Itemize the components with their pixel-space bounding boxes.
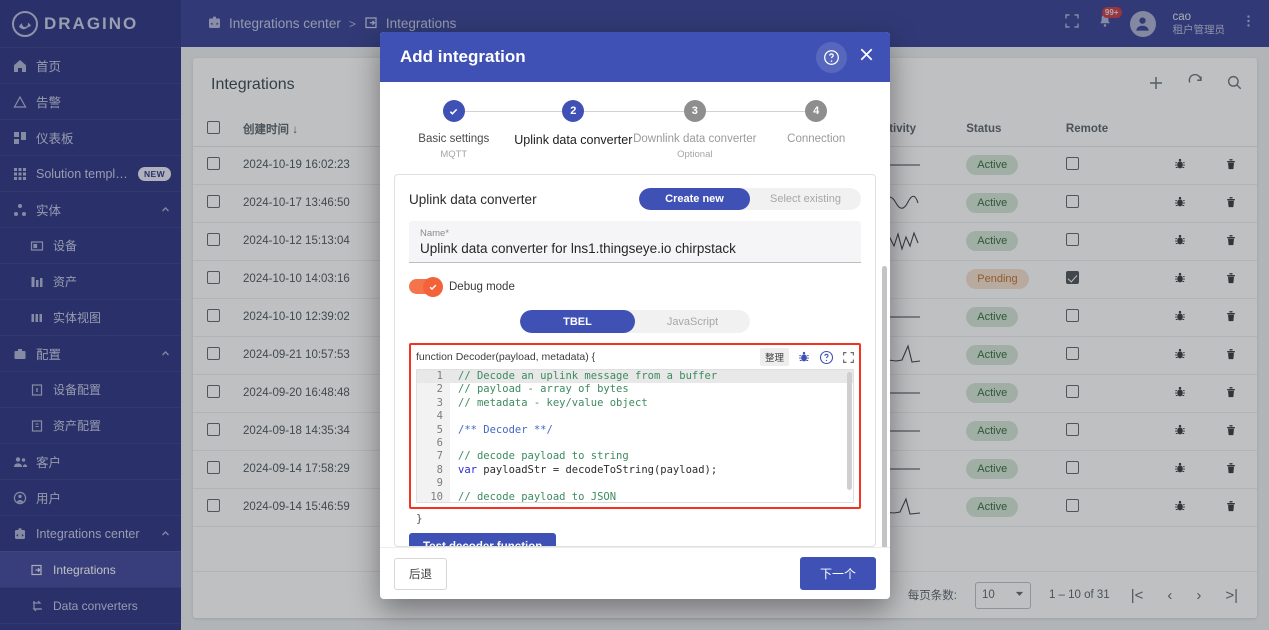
add-integration-dialog: Add integration Basic settings MQTT 2 Up… [380,32,890,599]
step-label: Uplink data converter [514,133,633,147]
code-scrollbar[interactable] [847,372,852,490]
code-line-number: 3 [417,396,450,411]
create-new-button[interactable]: Create new [639,188,750,210]
function-signature: function Decoder(payload, metadata) { [416,351,596,363]
closing-brace: } [416,512,423,525]
converter-mode-toggle: Create new Select existing [639,188,861,210]
code-line: 1// Decode an uplink message from a buff… [417,370,853,384]
code-editor[interactable]: 1// Decode an uplink message from a buff… [416,369,854,503]
code-line: 7 // decode payload to string [417,450,853,464]
step-label: Connection [787,133,846,145]
language-toggle: TBEL JavaScript [520,310,750,333]
code-line: 9 [417,477,853,491]
dialog-body: Uplink data converter Create new Select … [380,160,890,547]
code-line-text: // payload - array of bytes [458,383,629,396]
panel-title: Uplink data converter [409,191,537,207]
javascript-tab[interactable]: JavaScript [635,310,750,333]
name-label: Name* [420,228,450,239]
code-line-number: 2 [417,383,450,397]
step-basic-settings[interactable]: Basic settings MQTT [394,100,574,160]
code-line: 10 // decode payload to JSON [417,490,853,503]
step-indicator [442,100,465,122]
code-line: 2 // payload - array of bytes [417,383,853,397]
uplink-converter-panel: Uplink data converter Create new Select … [394,174,876,547]
wizard-stepper: Basic settings MQTT 2 Uplink data conver… [380,82,890,160]
step-uplink-data-converter[interactable]: 2 Uplink data converter [514,100,693,160]
next-button[interactable]: 下一个 [799,557,876,590]
help-icon[interactable] [816,41,847,73]
back-button[interactable]: 后退 [394,557,447,590]
step-indicator: 4 [805,100,828,122]
name-input[interactable]: Uplink data converter for lns1.thingseye… [420,241,850,256]
step-sublabel: MQTT [440,149,468,160]
step-indicator: 3 [683,100,706,122]
close-icon[interactable] [857,45,876,69]
step-sublabel: Optional [677,149,713,160]
code-line: 3 // metadata - key/value object [417,396,853,411]
help-circle-icon[interactable] [819,350,834,365]
tidy-button[interactable]: 整理 [759,348,789,366]
step-label: Basic settings [418,133,490,145]
dialog-footer: 后退 下一个 [380,547,890,599]
editor-tool-buttons: 整理 [759,348,855,366]
dialog-header: Add integration [380,32,890,82]
code-line-number: 6 [417,436,450,451]
dialog-header-actions [816,41,876,73]
select-existing-button[interactable]: Select existing [750,188,861,210]
code-line: 6 [417,436,853,451]
step-indicator: 2 [562,100,585,122]
code-line-number: 4 [417,410,450,424]
step-label: Downlink data converter [633,133,757,145]
code-line-text: /** Decoder **/ [458,423,553,436]
code-line: 4 [417,410,853,424]
code-line: 5 /** Decoder **/ [417,423,853,437]
debug-mode-label: Debug mode [449,280,515,293]
code-line-text: // Decode an uplink message from a buffe… [450,370,853,384]
panel-header: Uplink data converter Create new Select … [409,188,861,210]
code-line-number: 5 [417,423,450,437]
test-decoder-function-button[interactable]: Test decoder function [409,533,557,546]
converter-name-field[interactable]: Name* Uplink data converter for lns1.thi… [409,221,861,263]
code-line-text: // metadata - key/value object [458,396,648,409]
code-line-text: // decode payload to string [458,450,629,463]
debug-bug-icon[interactable] [797,350,811,364]
toggle-knob [423,276,443,297]
tbel-tab[interactable]: TBEL [520,310,635,333]
code-line: 8 var payloadStr = decodeToString(payload… [417,463,853,478]
code-line-number: 7 [417,450,450,464]
fullscreen-icon[interactable] [842,351,855,364]
code-line-text: var payloadStr = decodeToString(payload)… [458,463,718,476]
debug-mode-toggle[interactable] [409,276,443,297]
code-line-number: 10 [417,490,450,502]
debug-mode-row[interactable]: Debug mode [409,276,861,297]
dialog-scrollbar[interactable] [882,266,887,547]
step-connection[interactable]: 4 Connection [756,100,876,160]
code-line-number: 9 [417,477,450,491]
code-line-number: 8 [417,463,450,478]
code-line-text: // decode payload to JSON [458,490,617,503]
code-line-number: 1 [417,370,450,384]
editor-toolbar: function Decoder(payload, metadata) { 整理 [411,345,859,369]
code-editor-highlighted-region: function Decoder(payload, metadata) { 整理… [409,343,861,509]
step-downlink-data-converter[interactable]: 3 Downlink data converter Optional [633,100,819,160]
dialog-title: Add integration [400,47,526,66]
